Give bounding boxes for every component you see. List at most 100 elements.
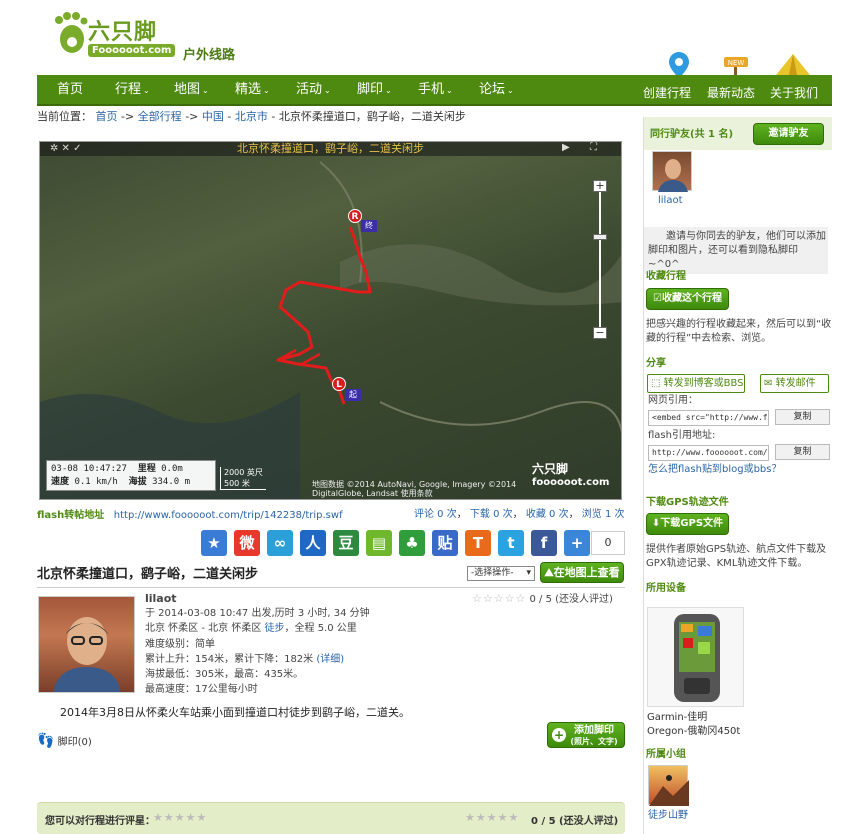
trip-altitude: 海拔最低：305米，最高：435米。 (145, 669, 304, 680)
crumb-all-trips[interactable]: 全部行程 (138, 110, 182, 123)
hiker-image (649, 775, 689, 806)
download-gps-button[interactable]: ⬇下载GPS文件 (646, 513, 729, 535)
end-flag-icon: 终 (361, 220, 377, 232)
nav-map[interactable]: 地图 ⌄ (174, 75, 209, 105)
flash-ref-label: flash引用地址: (648, 430, 716, 441)
download-count[interactable]: 下载 0 次 (470, 509, 513, 520)
invite-button[interactable]: 邀请驴友 (753, 123, 824, 145)
chevron-down-icon: ▾ (526, 568, 531, 578)
breadcrumb: 当前位置： 首页 -> 全部行程 -> 中国 - 北京市 - 北京怀柔撞道口，鹞… (37, 110, 466, 123)
add-footprint-button[interactable]: + 添加脚印 (照片、文字) (547, 722, 625, 748)
nav-home[interactable]: 首页 (57, 75, 83, 105)
nav-forum[interactable]: 论坛 ⌄ (479, 75, 514, 105)
divider (37, 587, 625, 588)
nav-trips[interactable]: 行程 ⌄ (115, 75, 150, 105)
sidebar: 同行驴友(共 1 名) 邀请驴友 lilaot 邀请与你同去的驴友，他们可以添加… (643, 117, 832, 834)
latest-news-link[interactable]: 最新动态 (707, 84, 755, 101)
zoom-slider[interactable] (599, 192, 601, 327)
clover-icon[interactable]: ♣ (399, 530, 425, 556)
companion-avatar[interactable] (652, 151, 692, 192)
favorite-text: 把感兴趣的行程收藏起来，然后可以到“收藏的行程”中去检索、浏览。 (646, 319, 832, 344)
share-mail-button[interactable]: ✉ 转发邮件 (760, 374, 829, 393)
flash-url-link[interactable]: http://www.foooooot.com/trip/142238/trip… (114, 510, 343, 521)
rate-stars-input[interactable]: ★★★★★ (153, 811, 207, 824)
checkbox-icon: ☑ (653, 293, 662, 304)
trip-rating: ☆☆☆☆☆ 0 / 5 (还没人评过) (472, 592, 613, 605)
device-image[interactable] (647, 607, 744, 707)
device-name[interactable]: Garmin-佳明Oregon-俄勒冈450t (647, 711, 747, 739)
nav-events[interactable]: 活动 ⌄ (296, 75, 331, 105)
how-to-link[interactable]: 怎么把flash贴到blog或bbs？ (648, 463, 781, 477)
trip-difficulty: 难度级别：简单 (145, 639, 215, 650)
flash-url-row: flash转帖地址 http://www.foooooot.com/trip/1… (37, 510, 343, 521)
share-icon: ⬚ (651, 378, 661, 389)
embed-code-field[interactable]: <embed src="http://www.f (648, 410, 769, 426)
crumb-home[interactable]: 首页 (96, 110, 118, 123)
group-name[interactable]: 徒步山野 (648, 809, 688, 823)
rate-stars-display: ★★★★★ (465, 811, 520, 824)
gps-device-icon (674, 614, 720, 702)
crumb-beijing[interactable]: 北京市 (235, 110, 268, 123)
comment-count[interactable]: 评论 0 次 (414, 509, 457, 520)
map-play-icon[interactable]: ▶ (562, 142, 570, 153)
zoom-handle[interactable] (593, 234, 607, 240)
about-us-link[interactable]: 关于我们 (770, 84, 818, 101)
avatar-image (658, 159, 688, 192)
view-count[interactable]: 浏览 1 次 (582, 509, 625, 520)
copy-flash-button[interactable]: 复制 (775, 444, 830, 460)
fullscreen-icon[interactable]: ⛶ (590, 142, 597, 153)
flash-url-field[interactable]: http://www.foooooot.com/ (648, 445, 769, 461)
footprint-logo-icon (55, 12, 88, 53)
trip-title: 北京怀柔撞道口，鹞子峪，二道关闲步 (37, 567, 259, 582)
plus-circle-icon: + (552, 728, 566, 742)
chevron-down-icon: ⌄ (202, 86, 209, 95)
tencent-weibo-icon[interactable]: ∞ (267, 530, 293, 556)
weibo-icon[interactable]: 微 (234, 530, 260, 556)
activity-type-link[interactable]: 徒步 (265, 623, 285, 634)
favorite-button[interactable]: ☑收藏这个行程 (646, 288, 729, 310)
renren-icon[interactable]: 人 (300, 530, 326, 556)
web-ref-label: 网页引用： (648, 395, 698, 406)
device-title: 所用设备 (646, 583, 686, 594)
create-trip-link[interactable]: 创建行程 (643, 84, 691, 101)
share-blog-button[interactable]: ⬚ 转发到博客或BBS (647, 374, 745, 393)
plus-icon[interactable]: + (564, 530, 590, 556)
map-toolbar-icons[interactable]: ✲ ✕ ✓ (50, 143, 82, 154)
twitter-icon[interactable]: t (498, 530, 524, 556)
satellite-terrain (40, 161, 621, 499)
tieba-icon[interactable]: 贴 (432, 530, 458, 556)
crumb-china[interactable]: 中国 (202, 110, 224, 123)
view-on-map-button[interactable]: ⛰在地图上查看 (540, 562, 624, 583)
author-link[interactable]: lilaot (145, 591, 177, 606)
t-icon[interactable]: T (465, 530, 491, 556)
copy-embed-button[interactable]: 复制 (775, 409, 830, 425)
chevron-down-icon: ⌄ (143, 86, 150, 95)
rating-stars[interactable]: ☆☆☆☆☆ (472, 592, 526, 605)
trip-map[interactable]: 北京怀柔撞道口，鹞子峪，二道关闲步 ✲ ✕ ✓ ▶ ⛶ + − R 终 L 起 … (39, 141, 622, 500)
zoom-control[interactable]: + − (593, 180, 607, 350)
nav-featured[interactable]: 精选 ⌄ (235, 75, 270, 105)
chevron-down-icon: ⌄ (507, 86, 514, 95)
zoom-in-button[interactable]: + (593, 180, 607, 192)
kaixin-icon[interactable]: ▤ (366, 530, 392, 556)
star-icon[interactable]: ★ (201, 530, 227, 556)
end-marker[interactable]: R (348, 209, 362, 223)
chevron-down-icon: ⌄ (263, 86, 270, 95)
author-avatar[interactable] (38, 596, 135, 693)
douban-icon[interactable]: 豆 (333, 530, 359, 556)
favorite-count[interactable]: 收藏 0 次 (526, 509, 569, 520)
trip-route-info: 北京 怀柔区 - 北京 怀柔区 徒步，全程 5.0 公里 (145, 623, 357, 634)
trip-max-speed: 最高速度：17公里每小时 (145, 684, 258, 695)
avatar-image (53, 617, 121, 692)
ascent-detail-link[interactable]: (详细) (316, 654, 344, 665)
start-marker[interactable]: L (332, 377, 346, 391)
facebook-icon[interactable]: f (531, 530, 557, 556)
nav-mobile[interactable]: 手机 ⌄ (418, 75, 453, 105)
companion-name[interactable]: lilaot (658, 195, 683, 206)
zoom-out-button[interactable]: − (593, 327, 607, 339)
group-avatar[interactable] (648, 765, 689, 806)
nav-footprints[interactable]: 脚印 ⌄ (357, 75, 392, 105)
footprint-count[interactable]: 👣 脚印(0) (37, 733, 92, 749)
action-select[interactable]: -选择操作- ▾ (467, 566, 535, 581)
site-subtitle: 户外线路 (183, 48, 236, 63)
